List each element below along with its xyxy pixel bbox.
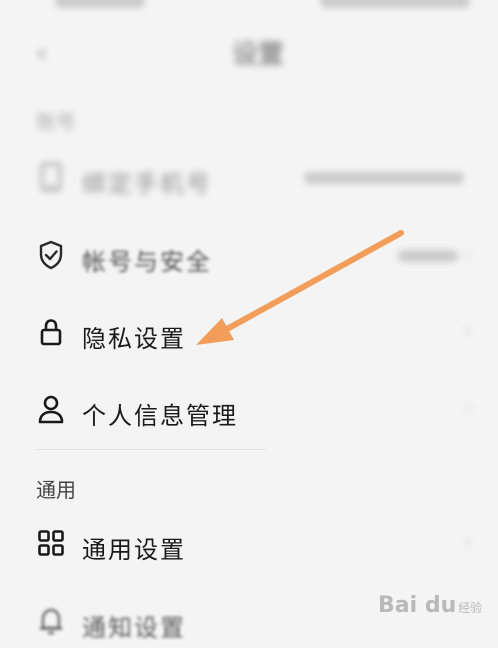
- watermark-logo: Bai du 经验: [378, 593, 483, 618]
- annotation-arrow: [196, 230, 404, 345]
